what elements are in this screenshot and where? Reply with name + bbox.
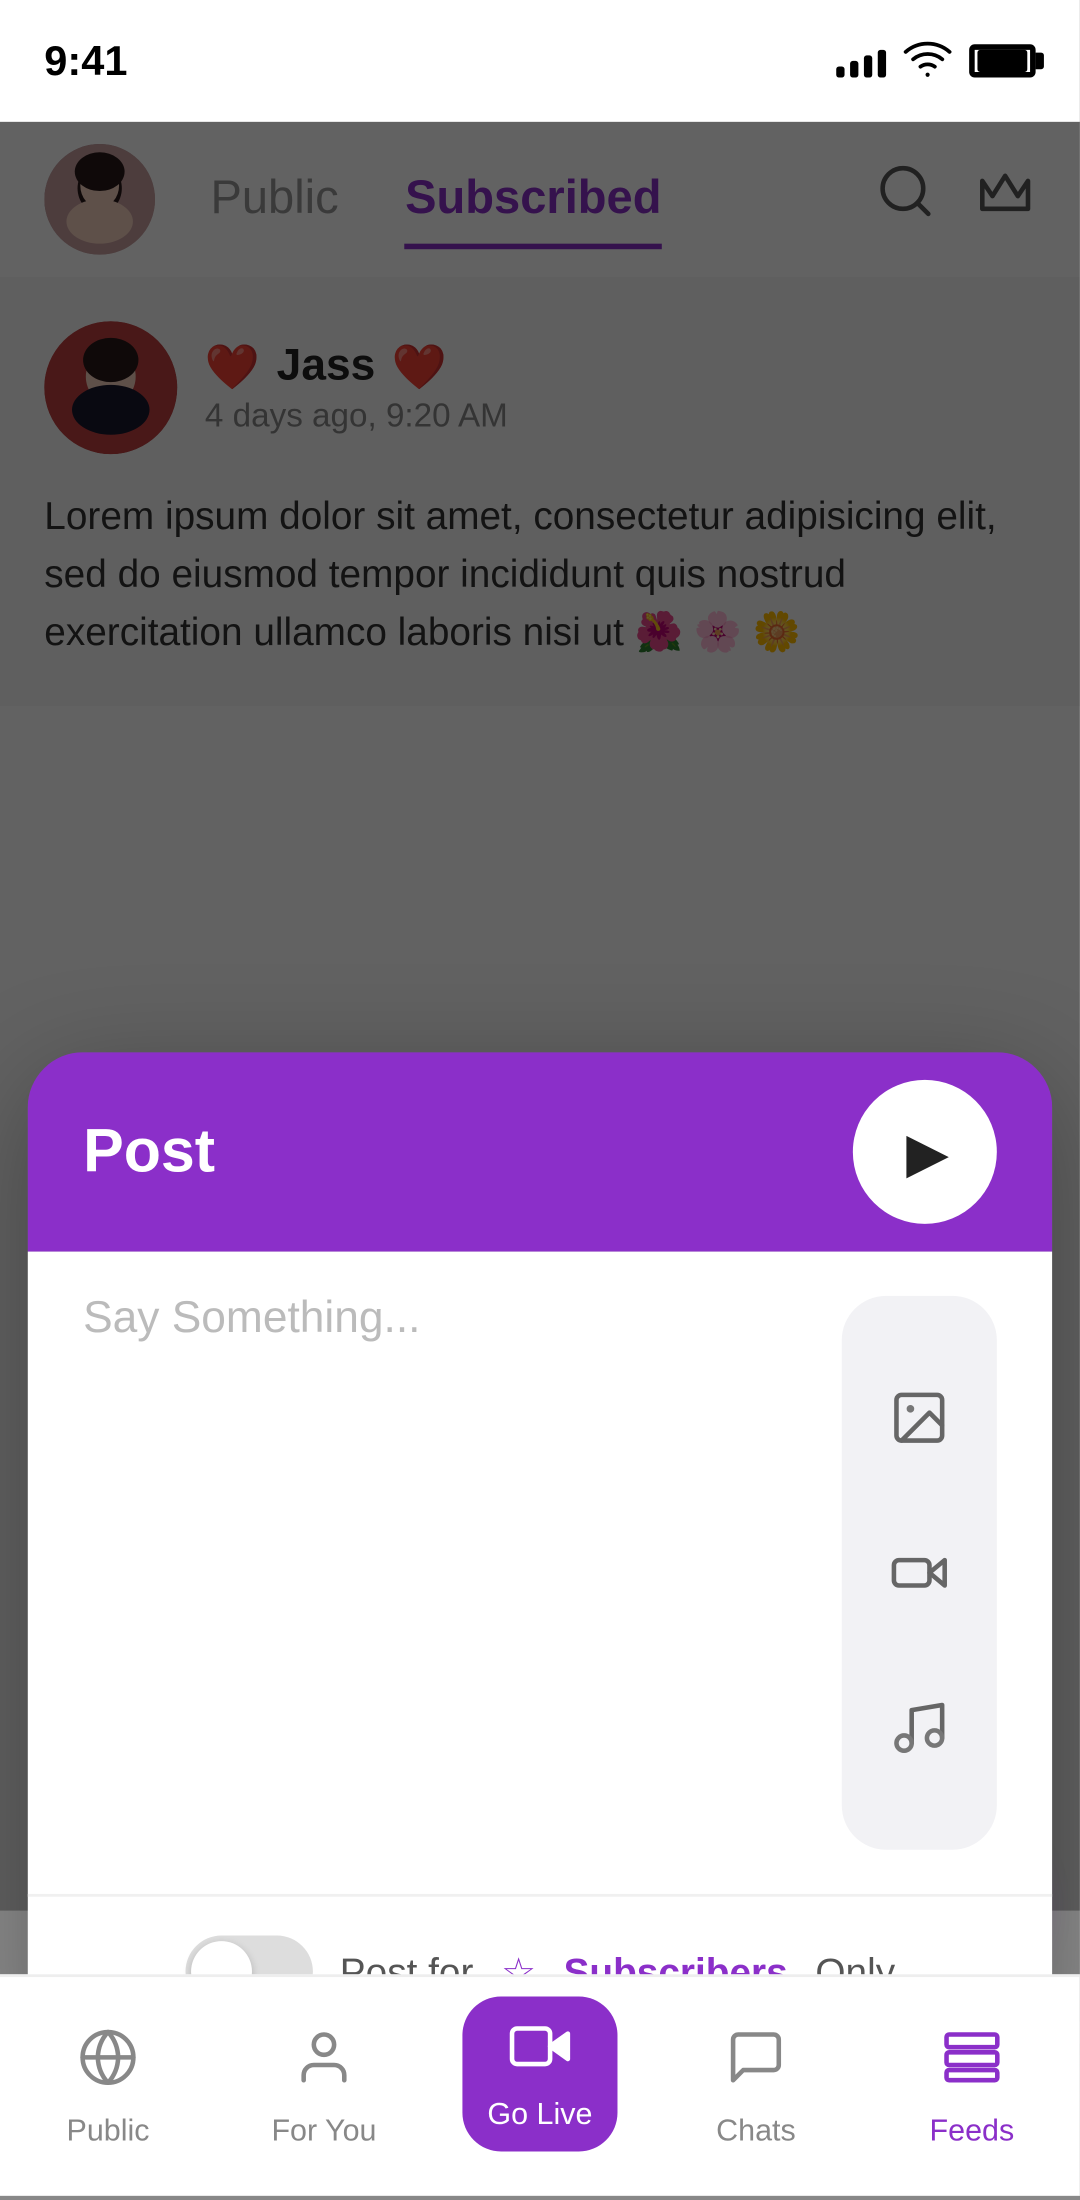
feeds-icon <box>941 2026 1002 2104</box>
nav-item-foryou[interactable]: For You <box>216 2026 432 2148</box>
golive-icon <box>509 2014 570 2092</box>
modal-title: Post <box>83 1116 215 1188</box>
status-time: 9:41 <box>44 37 127 84</box>
foryou-icon <box>294 2026 355 2104</box>
send-button[interactable]: ▶ <box>853 1080 997 1224</box>
post-modal: Post ▶ Say Something... <box>28 1052 1053 2063</box>
nav-label-public: Public <box>66 2114 149 2147</box>
status-bar: 9:41 <box>0 0 1080 122</box>
nav-label-feeds: Feeds <box>930 2114 1015 2147</box>
modal-body: Say Something... <box>28 1252 1053 1894</box>
chats-icon <box>725 2026 786 2104</box>
nav-item-public[interactable]: Public <box>0 2026 216 2148</box>
image-button[interactable] <box>875 1373 964 1462</box>
nav-item-chats[interactable]: Chats <box>648 2026 864 2148</box>
nav-label-foryou: For You <box>271 2114 376 2147</box>
signal-icon <box>836 44 886 77</box>
status-icons <box>836 32 1035 90</box>
modal-header: Post ▶ <box>28 1052 1053 1251</box>
battery-icon <box>969 44 1035 77</box>
public-icon <box>78 2026 139 2104</box>
nav-item-feeds[interactable]: Feeds <box>864 2026 1080 2148</box>
post-input-area[interactable]: Say Something... <box>83 1296 814 1850</box>
music-button[interactable] <box>875 1684 964 1773</box>
nav-label-golive: Go Live <box>487 2098 592 2131</box>
post-placeholder: Say Something... <box>83 1296 420 1343</box>
video-button[interactable] <box>875 1528 964 1617</box>
nav-item-golive[interactable]: Go Live <box>432 2023 648 2150</box>
nav-label-chats: Chats <box>716 2114 796 2147</box>
send-icon: ▶ <box>906 1117 949 1186</box>
go-live-button[interactable]: Go Live <box>462 1995 617 2150</box>
wifi-icon <box>903 32 953 90</box>
bottom-nav: Public For You Go Live <box>0 1974 1080 2196</box>
media-buttons <box>842 1296 997 1850</box>
